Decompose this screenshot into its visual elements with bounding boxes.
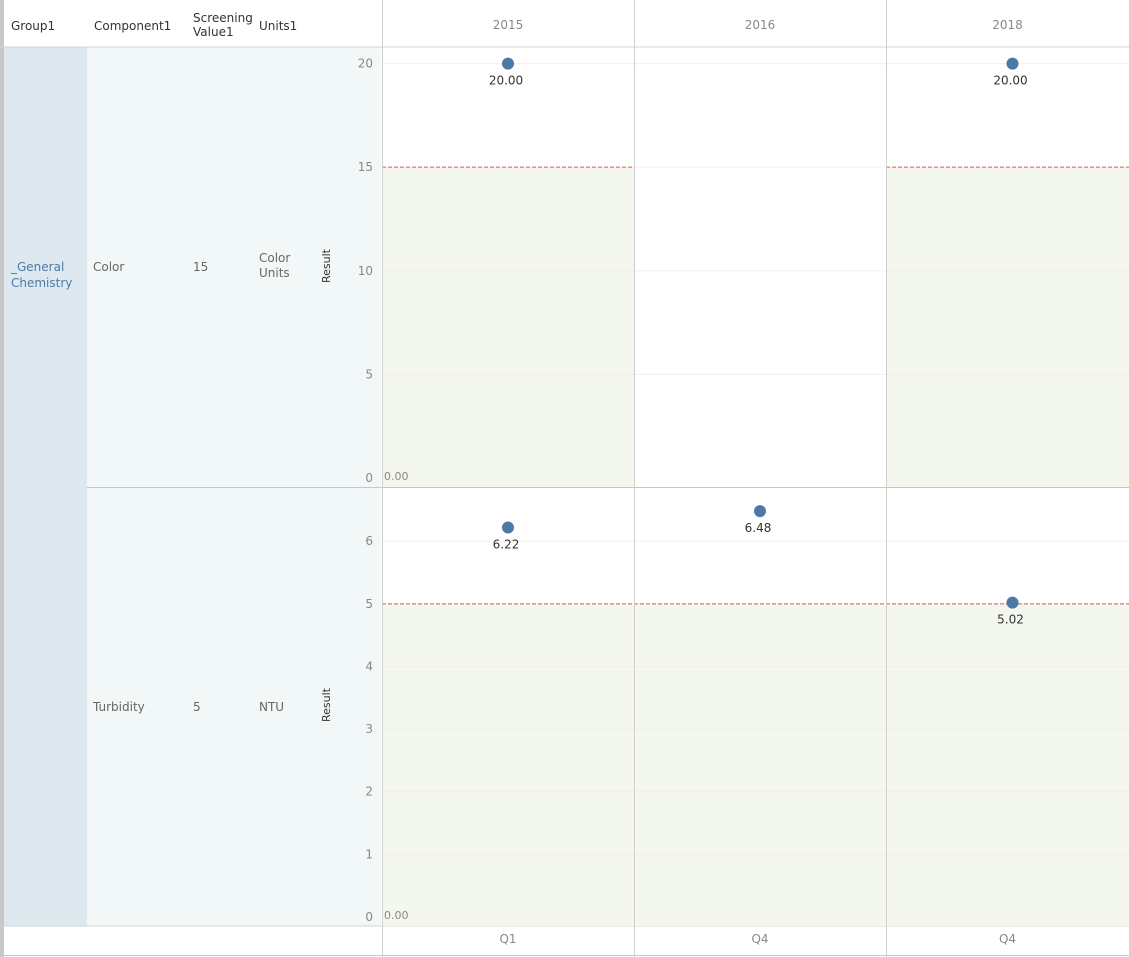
y-tick-label: 5 xyxy=(365,597,373,611)
y-tick-label: 4 xyxy=(365,659,373,673)
y-tick-label: 5 xyxy=(365,367,373,381)
data-label: 5.02 xyxy=(997,613,1024,627)
threshold-band xyxy=(382,603,634,926)
y-tick-label: 3 xyxy=(365,722,373,736)
threshold-band xyxy=(382,167,634,488)
threshold-band xyxy=(886,167,1129,488)
y-tick-label: 2 xyxy=(365,785,373,799)
threshold-band xyxy=(886,603,1129,926)
zero-value-label: 0.00 xyxy=(384,470,409,483)
y-tick-label: 15 xyxy=(358,160,373,174)
data-point xyxy=(754,505,766,518)
y-tick-label: 20 xyxy=(358,57,373,71)
data-label: 6.48 xyxy=(745,521,772,535)
zero-value-label: 0.00 xyxy=(384,909,409,922)
threshold-band xyxy=(634,603,886,926)
data-label: 6.22 xyxy=(493,537,520,551)
data-point xyxy=(502,521,514,534)
chart-canvas: 0 5 10 15 20 0.00 20.00 20.00 0 1 2 3 4 5 6 0.00 6.22 6.4… xyxy=(0,0,1129,957)
y-tick-label: 10 xyxy=(358,264,373,278)
y-tick-label: 0 xyxy=(365,471,373,485)
data-label: 20.00 xyxy=(489,74,523,88)
data-point xyxy=(1006,596,1019,609)
data-label: 20.00 xyxy=(993,74,1027,88)
data-point xyxy=(502,57,514,70)
y-tick-label: 6 xyxy=(365,534,373,548)
y-tick-label: 0 xyxy=(365,910,373,924)
data-point xyxy=(1006,57,1019,70)
y-tick-label: 1 xyxy=(365,847,373,861)
